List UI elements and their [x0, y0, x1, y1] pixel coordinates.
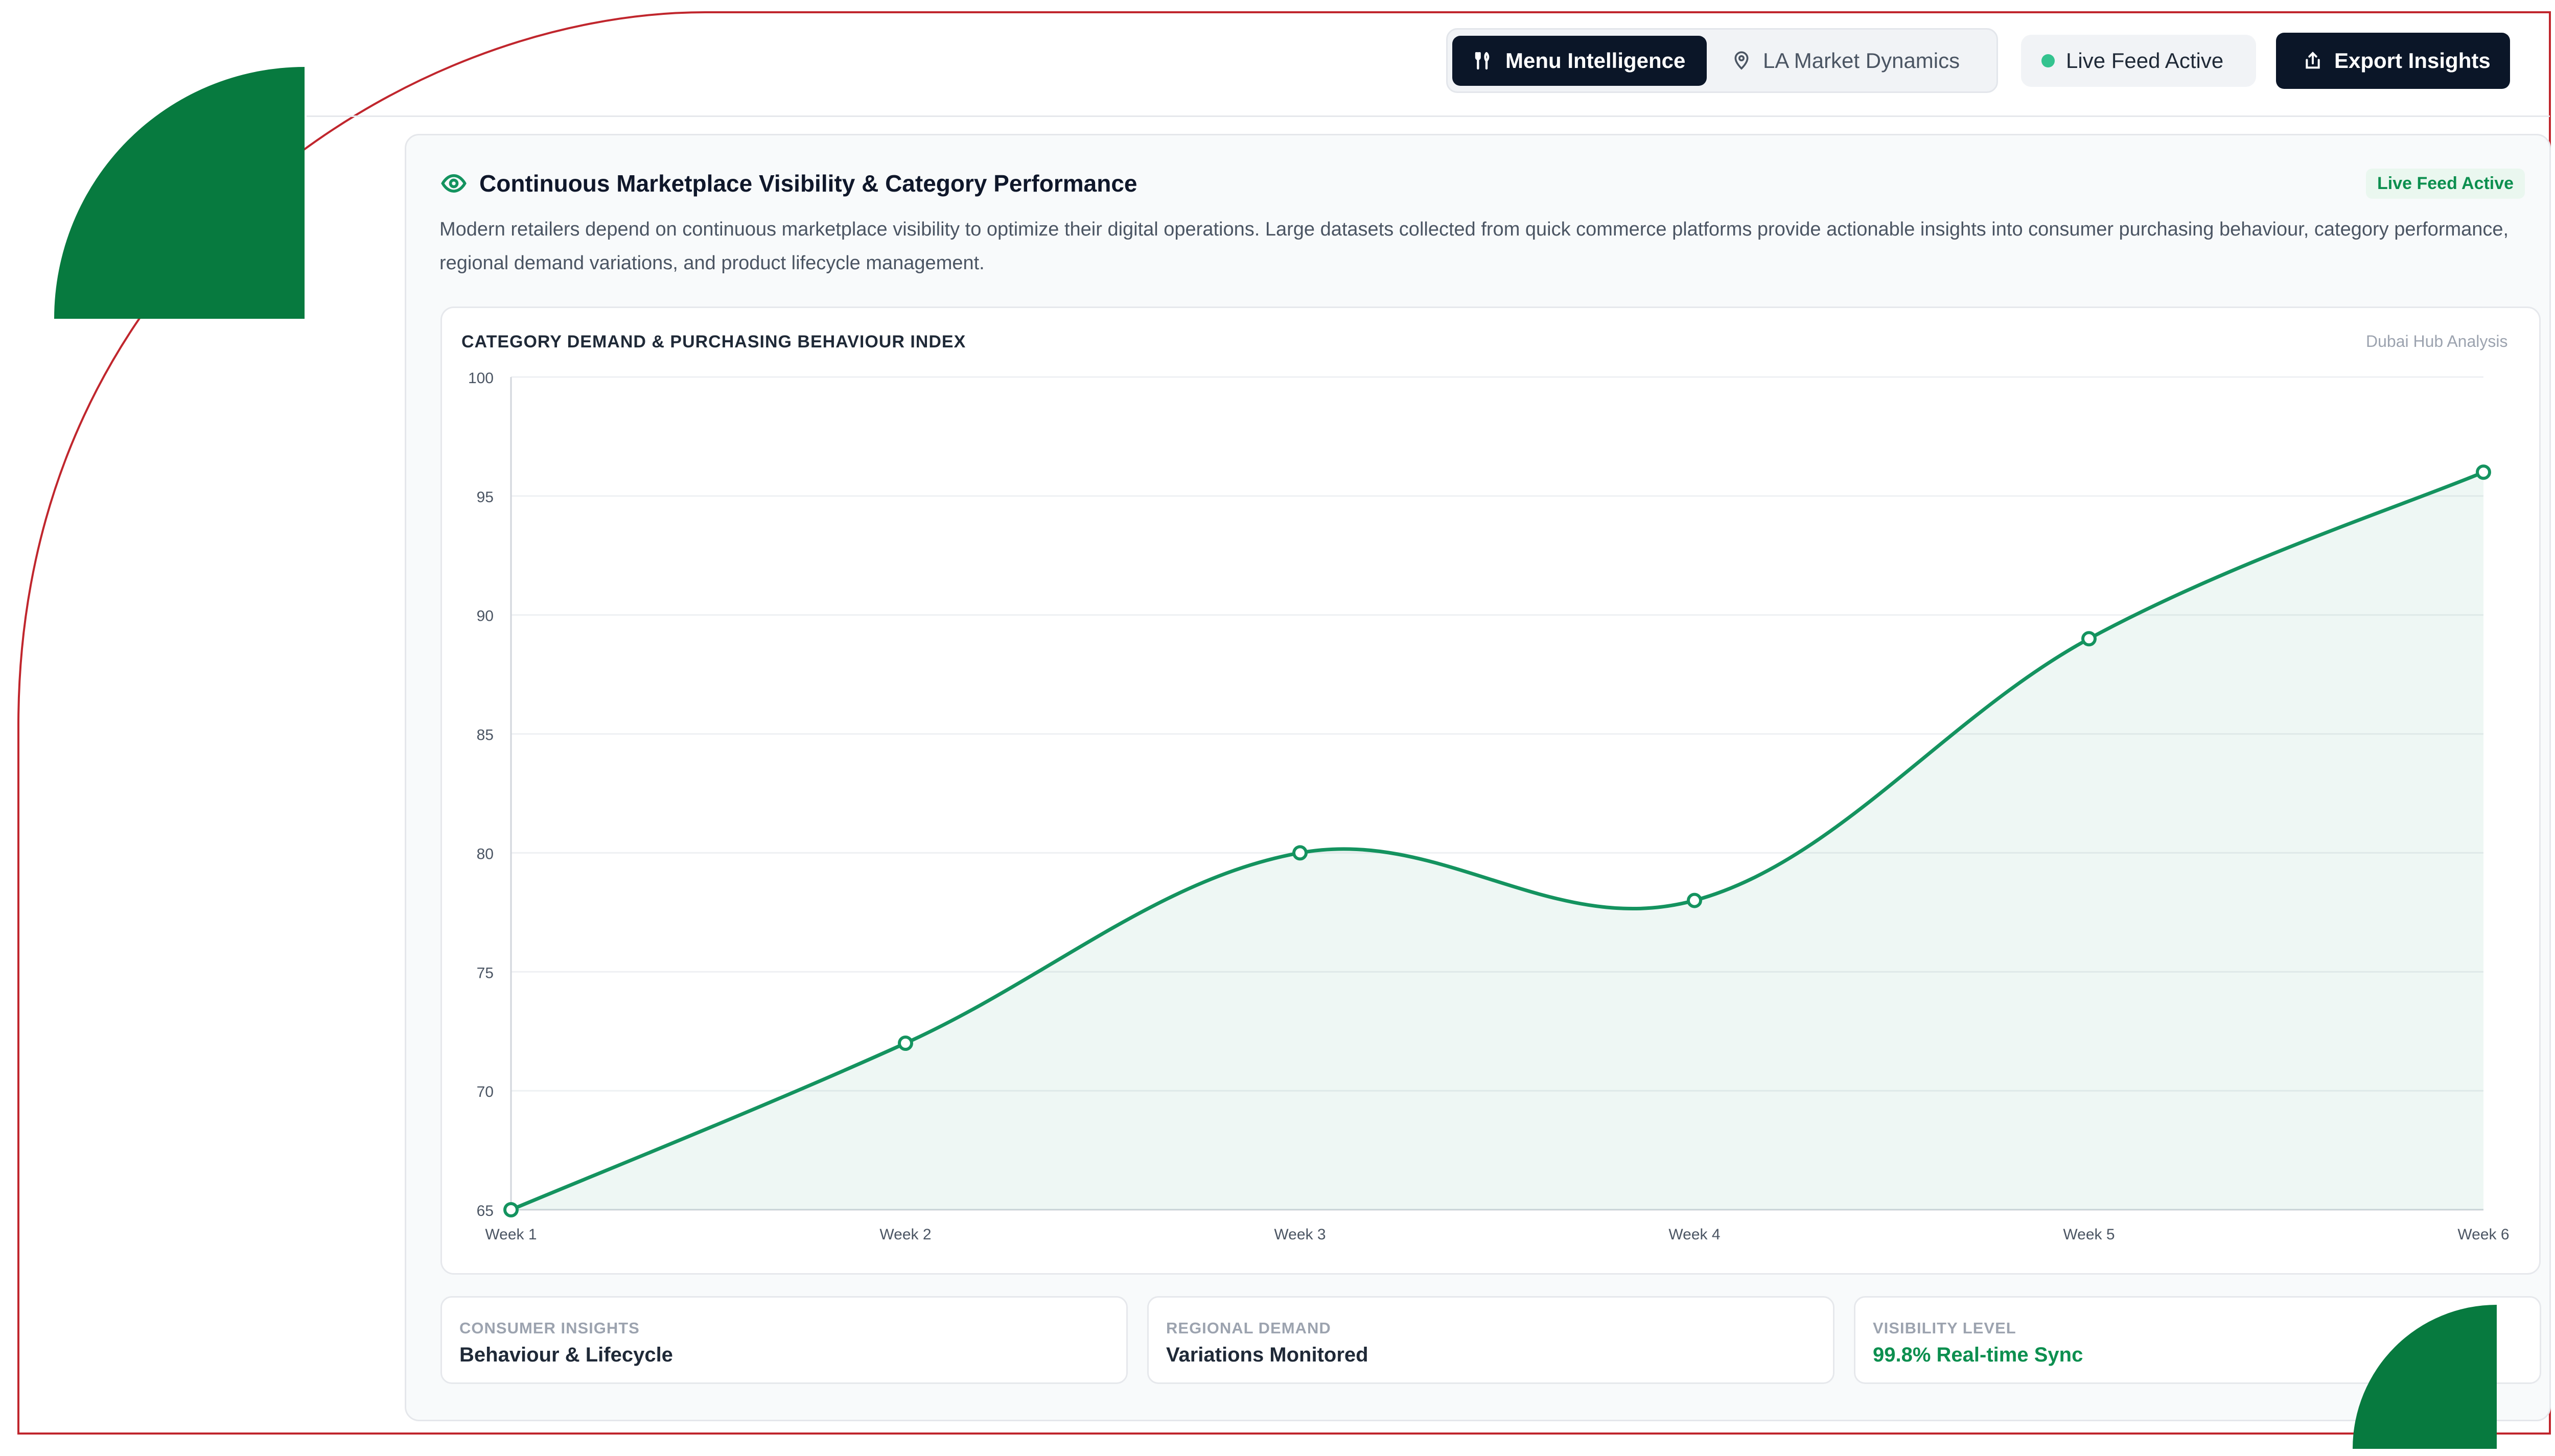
live-feed-badge: Live Feed Active [2366, 169, 2525, 199]
eye-icon [441, 174, 467, 193]
tab-la-market-dynamics[interactable]: LA Market Dynamics [1731, 36, 1960, 86]
x-tick-label: Week 6 [2457, 1226, 2509, 1243]
tab-label: LA Market Dynamics [1763, 49, 1960, 73]
x-tick-label: Week 1 [485, 1226, 537, 1243]
stat-value: Behaviour & Lifecycle [459, 1344, 673, 1366]
tab-menu-intelligence[interactable]: Menu Intelligence [1452, 36, 1707, 86]
stat-consumer-insights: CONSUMER INSIGHTS Behaviour & Lifecycle [440, 1296, 1128, 1384]
stat-label: CONSUMER INSIGHTS [459, 1319, 640, 1337]
y-tick-label: 90 [477, 608, 494, 625]
line-chart: 100 95 90 85 80 75 70 65 Week 1 Week 2 Week 3 Week … [468, 370, 2510, 1243]
data-point [503, 1202, 519, 1217]
share-icon [2306, 52, 2320, 69]
y-tick-label: 80 [477, 846, 494, 862]
export-insights-button[interactable]: Export Insights [2276, 33, 2510, 89]
y-tick-label: 95 [477, 489, 494, 506]
stat-label: REGIONAL DEMAND [1166, 1319, 1331, 1337]
card-title-text: Continuous Marketplace Visibility & Cate… [479, 170, 1137, 197]
live-feed-status: Live Feed Active [2021, 35, 2256, 87]
stat-value: Variations Monitored [1166, 1344, 1368, 1366]
export-label: Export Insights [2334, 49, 2491, 73]
card-title: Continuous Marketplace Visibility & Cate… [440, 170, 1137, 197]
stat-regional-demand: REGIONAL DEMAND Variations Monitored [1147, 1296, 1834, 1384]
x-tick-label: Week 5 [2063, 1226, 2115, 1243]
status-label: Live Feed Active [2066, 49, 2224, 73]
y-tick-label: 65 [477, 1203, 494, 1219]
x-tick-label: Week 2 [879, 1226, 931, 1243]
data-point [1292, 845, 1308, 861]
y-tick-label: 75 [477, 965, 494, 981]
y-tick-label: 100 [468, 370, 494, 387]
data-point [898, 1036, 913, 1051]
status-dot-icon [2041, 54, 2055, 67]
y-tick-label: 85 [477, 727, 494, 744]
x-tick-label: Week 3 [1274, 1226, 1326, 1243]
card-description: Modern retailers depend on continuous ma… [439, 219, 2509, 274]
tab-label: Menu Intelligence [1505, 49, 1686, 73]
data-point [2081, 631, 2097, 647]
data-point [2476, 464, 2491, 480]
series-area [511, 472, 2483, 1210]
data-point [1687, 893, 1702, 908]
fork-knife-icon [1475, 52, 1490, 70]
header-divider [307, 115, 2550, 117]
x-tick-label: Week 4 [1668, 1226, 1720, 1243]
map-pin-icon [1734, 51, 1749, 70]
y-tick-label: 70 [477, 1084, 494, 1100]
